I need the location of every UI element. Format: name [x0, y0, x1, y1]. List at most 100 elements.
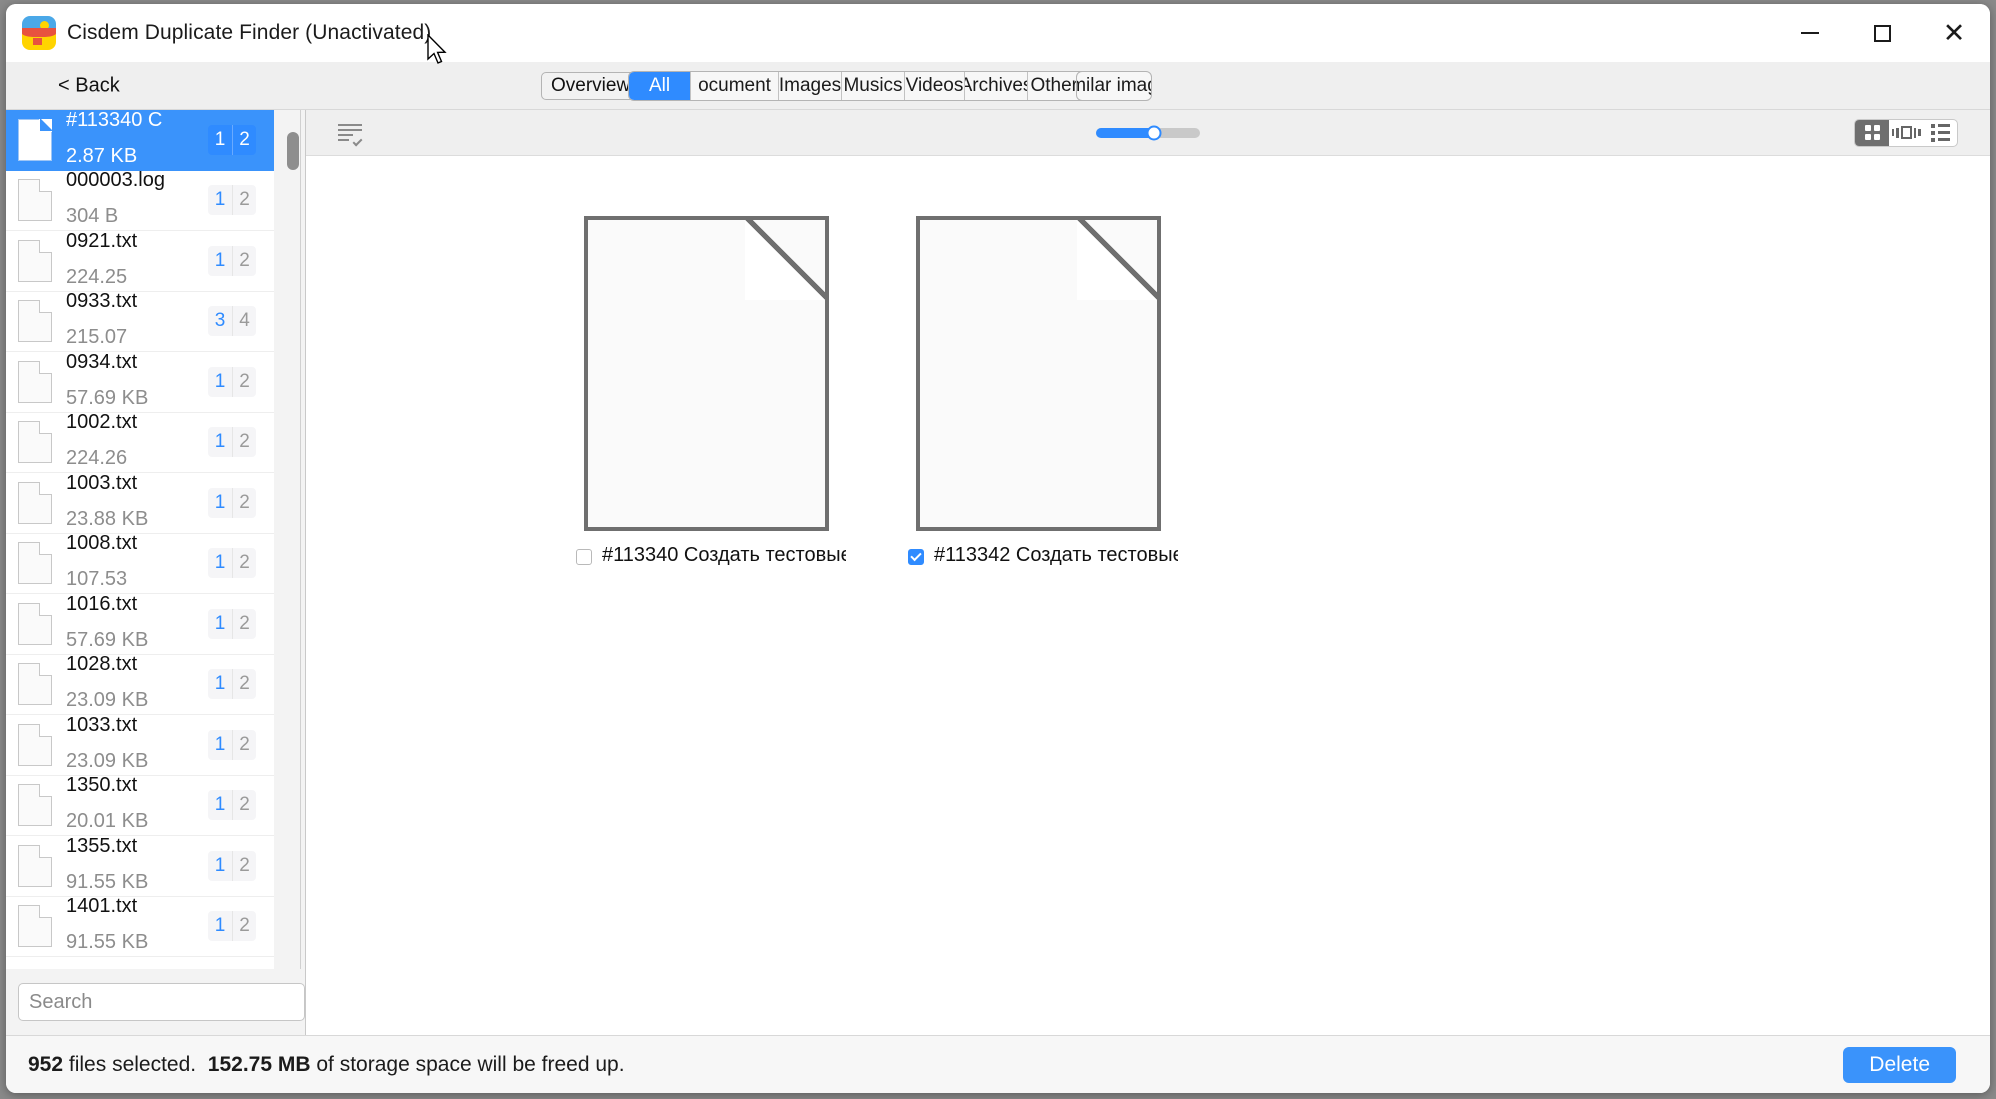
list-item-text: 1350.txt20.01 KB: [66, 776, 208, 836]
tile-caption: #113340 Создать тестовые дан: [566, 545, 846, 571]
list-item-text: 1008.txt107.53: [66, 534, 208, 594]
thumbnail-tile[interactable]: #113342 Создать тестовые дан: [898, 216, 1178, 571]
window-controls: ✕: [1774, 4, 1990, 62]
document-thumbnail[interactable]: [916, 216, 1161, 531]
sidebar-scrollbar-thumb[interactable]: [287, 132, 299, 170]
status-text-2: of storage space will be freed up.: [316, 1053, 624, 1076]
list-item[interactable]: 0934.txt57.69 KB12: [6, 352, 274, 413]
list-item-size: 20.01 KB: [66, 807, 208, 835]
tab-archives[interactable]: Archives: [965, 72, 1028, 100]
maximize-button[interactable]: [1846, 4, 1918, 62]
tab-ocument[interactable]: ocument: [691, 72, 779, 100]
list-item-size: 23.09 KB: [66, 747, 208, 775]
list-item-size: 57.69 KB: [66, 384, 208, 412]
thumbnail-tile[interactable]: #113340 Создать тестовые дан: [566, 216, 846, 571]
count-badges: 12: [208, 427, 256, 457]
list-item[interactable]: 1028.txt23.09 KB12: [6, 655, 274, 716]
tile-label: #113340 Создать тестовые дан: [602, 545, 846, 571]
list-icon: [1931, 124, 1950, 142]
list-item[interactable]: 1002.txt224.2612: [6, 413, 274, 474]
list-item-size: 91.55 KB: [66, 868, 208, 896]
minimize-icon: [1801, 32, 1819, 34]
badge-count-a: 1: [208, 246, 232, 276]
list-item-text: 1355.txt91.55 KB: [66, 836, 208, 896]
list-item-text: 1016.txt57.69 KB: [66, 594, 208, 654]
content-panel: #113340 Создать тестовые дан #113342 Созд…: [306, 110, 1990, 1035]
status-bar: 952 files selected. 152.75 MB of storage…: [6, 1035, 1990, 1093]
minimize-button[interactable]: [1774, 4, 1846, 62]
badge-count-b: 2: [232, 669, 256, 699]
badge-count-a: 1: [208, 367, 232, 397]
sidebar: #113340 C2.87 KB12000003.log304 B120921.…: [6, 110, 306, 1035]
close-button[interactable]: ✕: [1918, 4, 1990, 62]
list-item-size: 91.55 KB: [66, 928, 208, 956]
search-input[interactable]: [18, 983, 305, 1021]
zoom-slider[interactable]: [1096, 128, 1200, 138]
tab-images[interactable]: Images: [779, 72, 842, 100]
sort-lines-icon[interactable]: [338, 123, 362, 143]
badge-count-b: 2: [232, 367, 256, 397]
document-icon: [18, 784, 52, 826]
badge-count-a: 3: [208, 306, 232, 336]
tab-musics[interactable]: Musics: [842, 72, 905, 100]
app-title: Cisdem Duplicate Finder (Unactivated): [67, 21, 431, 45]
list-item[interactable]: 000003.log304 B12: [6, 171, 274, 232]
list-item-text: 1401.txt91.55 KB: [66, 897, 208, 957]
badge-count-b: 2: [232, 851, 256, 881]
document-thumbnail[interactable]: [584, 216, 829, 531]
tile-checkbox[interactable]: [576, 549, 592, 565]
list-item-name: 1008.txt: [66, 534, 208, 566]
list-item-size: 215.07: [66, 323, 208, 351]
category-tabs: AllocumentImagesMusicsVideosArchivesOthe…: [628, 71, 1091, 101]
document-icon: [18, 119, 52, 161]
tab-all[interactable]: All: [629, 72, 691, 100]
list-item[interactable]: 1033.txt23.09 KB12: [6, 715, 274, 776]
badge-count-b: 2: [232, 125, 256, 155]
list-item-name: 0933.txt: [66, 292, 208, 324]
tab-videos[interactable]: Videos: [905, 72, 965, 100]
badge-count-a: 1: [208, 911, 232, 941]
main-body: #113340 C2.87 KB12000003.log304 B120921.…: [6, 110, 1990, 1035]
zoom-slider-knob[interactable]: [1147, 125, 1162, 140]
list-item-text: 0933.txt215.07: [66, 292, 208, 352]
list-item-name: 1002.txt: [66, 413, 208, 445]
duplicate-group-list: #113340 C2.87 KB12000003.log304 B120921.…: [6, 110, 305, 969]
sidebar-scrollbar[interactable]: [285, 110, 301, 969]
list-item[interactable]: 1355.txt91.55 KB12: [6, 836, 274, 897]
list-item[interactable]: 1003.txt23.88 KB12: [6, 473, 274, 534]
view-mode-group: [1854, 119, 1958, 147]
list-item[interactable]: 1016.txt57.69 KB12: [6, 594, 274, 655]
back-button[interactable]: < Back: [58, 74, 120, 97]
badge-count-a: 1: [208, 185, 232, 215]
badge-count-a: 1: [208, 125, 232, 155]
list-item-size: 224.25: [66, 263, 208, 291]
count-badges: 12: [208, 911, 256, 941]
count-badges: 12: [208, 125, 256, 155]
similar-images-button[interactable]: milar imag: [1076, 71, 1152, 101]
document-icon: [18, 179, 52, 221]
list-item[interactable]: 0921.txt224.2512: [6, 231, 274, 292]
grid-view-button[interactable]: [1855, 120, 1889, 146]
coverflow-view-button[interactable]: [1889, 120, 1923, 146]
list-view-button[interactable]: [1923, 120, 1957, 146]
list-item[interactable]: 1350.txt20.01 KB12: [6, 776, 274, 837]
list-item-size: 23.88 KB: [66, 505, 208, 533]
badge-count-b: 2: [232, 548, 256, 578]
badge-count-a: 1: [208, 669, 232, 699]
badge-count-b: 2: [232, 911, 256, 941]
list-item[interactable]: 1401.txt91.55 KB12: [6, 897, 274, 958]
overview-button[interactable]: Overview: [541, 72, 640, 100]
list-item-name: 0921.txt: [66, 231, 208, 263]
document-icon: [18, 724, 52, 766]
list-item[interactable]: 1008.txt107.5312: [6, 534, 274, 595]
document-icon: [18, 482, 52, 524]
list-item-text: 1028.txt23.09 KB: [66, 655, 208, 715]
list-item-name: 0934.txt: [66, 352, 208, 384]
delete-button[interactable]: Delete: [1843, 1047, 1956, 1083]
tile-checkbox[interactable]: [908, 549, 924, 565]
list-item[interactable]: 0933.txt215.0734: [6, 292, 274, 353]
count-badges: 12: [208, 488, 256, 518]
badge-count-b: 4: [232, 306, 256, 336]
page-fold-icon: [745, 216, 829, 300]
list-item[interactable]: #113340 C2.87 KB12: [6, 110, 274, 171]
